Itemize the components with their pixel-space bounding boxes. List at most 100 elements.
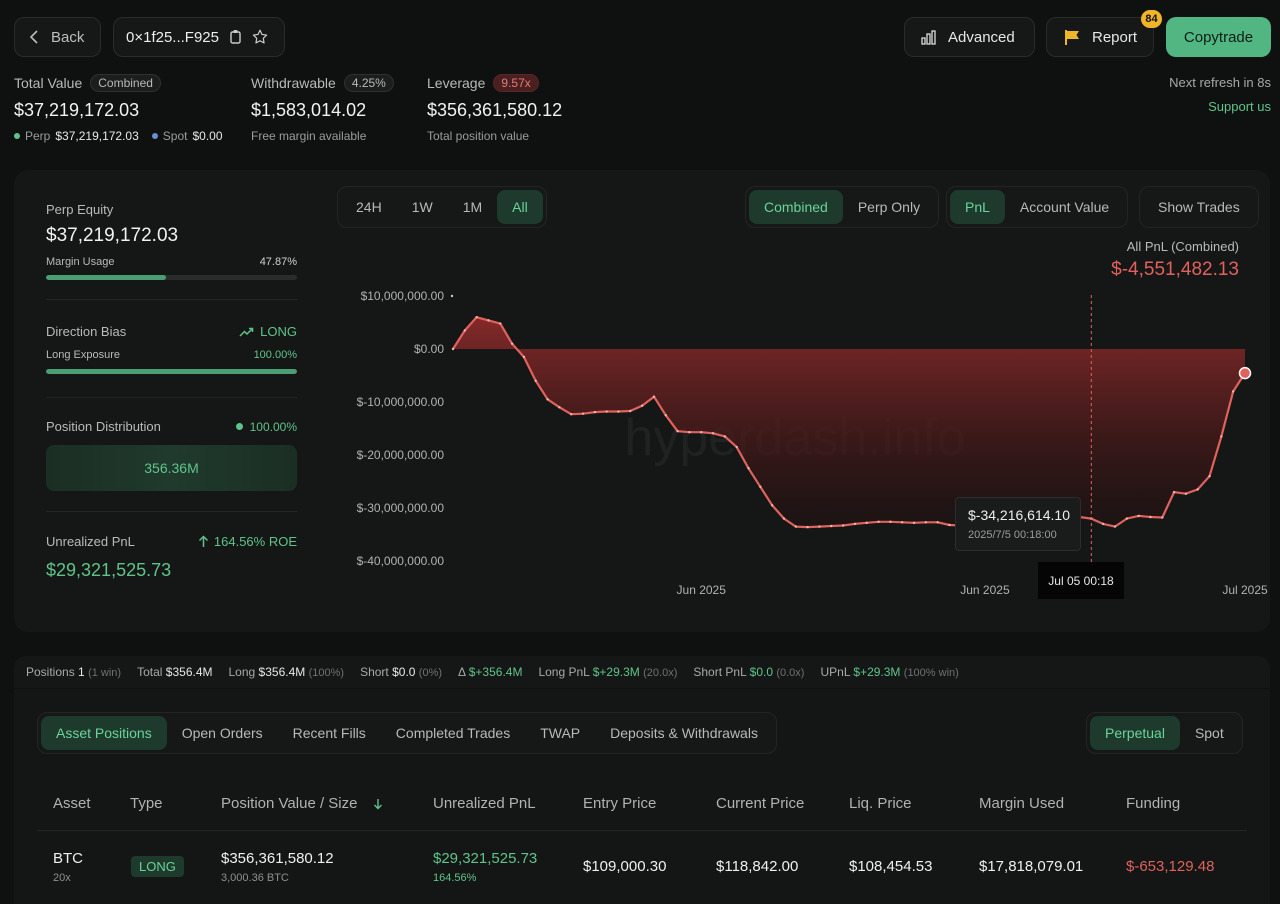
bar-chart-icon [921,30,936,45]
sort-down-icon[interactable] [373,798,383,810]
tab-recent-fills[interactable]: Recent Fills [278,716,381,750]
column-header-margin-used[interactable]: Margin Used [979,795,1064,812]
data-point [558,406,561,409]
long-exposure-label: Long Exposure [46,349,120,361]
withdrawable-label: Withdrawable [251,75,336,91]
stat-total-label: Total [137,665,163,679]
copytrade-button[interactable]: Copytrade [1166,17,1271,57]
column-header-liq-price[interactable]: Liq. Price [849,795,912,812]
data-point [664,414,667,417]
data-point [723,435,727,438]
position-distribution-section: Position Distribution 100.00% 356.36M [46,419,297,491]
market-tabs: Perpetual Spot [1086,712,1243,754]
star-icon[interactable] [251,28,269,46]
leverage-sub: Total position value [427,129,530,143]
margin-usage-label: Margin Usage [46,256,115,268]
withdrawable-sub: Free margin available [251,129,367,143]
tab-deposits-withdrawals[interactable]: Deposits & Withdrawals [595,716,773,750]
mode-tab-combined[interactable]: Combined [749,190,843,224]
data-point [782,517,786,520]
column-header-asset[interactable]: Asset [53,795,91,812]
table-header-divider [37,830,1247,831]
stat-positions-sub: (1 win) [88,667,122,679]
stats-bar: Positions 1 (1 win) Total $356.4M Long $… [14,656,1270,688]
position-dist-bar[interactable]: 356.36M [46,445,297,491]
y-tick-label: $-10,000,000.00 [357,395,445,409]
column-header-current-price[interactable]: Current Price [716,795,804,812]
column-header-unrealized-pnl[interactable]: Unrealized PnL [433,795,536,812]
tab-open-orders[interactable]: Open Orders [167,716,278,750]
range-tab-1w[interactable]: 1W [397,190,448,224]
stat-delta-label: Δ [458,665,466,679]
column-header-funding[interactable]: Funding [1126,795,1180,812]
tab-asset-positions[interactable]: Asset Positions [41,716,167,750]
data-point [830,524,833,528]
stat-short-value: $0.0 [392,665,416,679]
metric-tab-account-value[interactable]: Account Value [1005,190,1124,224]
margin-usage-bar [46,275,297,280]
row-asset[interactable]: BTC [53,850,83,867]
wallet-address: 0×1f25...F925 [126,28,219,46]
pnl-chart[interactable]: $10,000,000.00 $0.00 $-10,000,000.00 $-20,0… [330,280,1270,610]
data-point [1161,516,1164,519]
data-point [570,412,573,416]
stat-long-sub: (100%) [308,667,345,679]
chevron-left-icon [29,30,38,44]
data-point [759,485,762,488]
stat-total-value: $356.4M [165,665,213,679]
spot-value: $0.00 [192,129,223,143]
data-point [1196,488,1199,491]
back-button[interactable]: Back [14,17,101,57]
advanced-button[interactable]: Advanced [904,17,1035,57]
data-point [794,525,798,528]
row-type-badge: LONG [131,856,184,877]
data-point [1125,517,1128,520]
x-tick-label: Jun 2025 [960,583,1010,597]
data-point [747,467,750,470]
direction-value: LONG [260,324,297,339]
trending-up-icon [239,327,254,337]
position-dist-amount: 356.36M [144,460,199,476]
chart-header-label: All PnL (Combined) [1126,239,1239,254]
position-dist-value: 100.00% [249,419,297,434]
perp-label: Perp [25,129,51,143]
row-margin-used: $17,818,079.01 [979,858,1084,875]
leverage-section: Leverage 9.57x $356,361,580.12 Total pos… [427,74,562,143]
table-row[interactable]: BTC 20x LONG $356,361,580.12 3,000.36 BT… [14,836,1270,904]
metric-tab-pnl[interactable]: PnL [950,190,1005,224]
data-point [475,316,478,319]
last-point-marker [1238,366,1252,380]
market-tab-spot[interactable]: Spot [1180,716,1239,750]
upnl-section: Unrealized PnL 164.56% ROE $29,321,525.7… [46,534,297,581]
stat-short-pnl-sub: (0.0x) [776,667,805,679]
data-point [806,525,809,529]
data-point [640,404,644,407]
column-header-position-value-size[interactable]: Position Value / Size [221,795,357,812]
market-tab-perpetual[interactable]: Perpetual [1090,716,1180,750]
tooltip-date: 2025/7/5 00:18:00 [968,529,1057,541]
column-header-entry-price[interactable]: Entry Price [583,795,656,812]
margin-usage-value: 47.87% [259,256,297,268]
mode-tab-perp-only[interactable]: Perp Only [843,190,935,224]
position-dist-label: Position Distribution [46,419,161,434]
report-button[interactable]: Report [1046,17,1154,57]
row-upnl-pct: 164.56% [433,872,477,884]
data-point [510,342,514,345]
range-tab-all[interactable]: All [497,190,543,224]
leverage-value: $356,361,580.12 [427,100,563,120]
data-point [865,521,868,525]
tab-twap[interactable]: TWAP [525,716,595,750]
column-header-type[interactable]: Type [130,795,163,812]
show-trades-button[interactable]: Show Trades [1143,190,1255,224]
range-tab-24h[interactable]: 24H [341,190,397,224]
tab-completed-trades[interactable]: Completed Trades [381,716,525,750]
report-label: Report [1092,28,1138,46]
x-tick-label: Jun 2025 [677,583,727,597]
range-tabs: 24H 1W 1M All [337,186,547,228]
range-tab-1m[interactable]: 1M [448,190,497,224]
row-liq-price: $108,454.53 [849,858,933,875]
copy-icon[interactable] [229,29,243,45]
row-position-value: $356,361,580.12 [221,850,334,867]
spot-label: Spot [162,129,188,143]
support-link[interactable]: Support us [1208,99,1271,114]
